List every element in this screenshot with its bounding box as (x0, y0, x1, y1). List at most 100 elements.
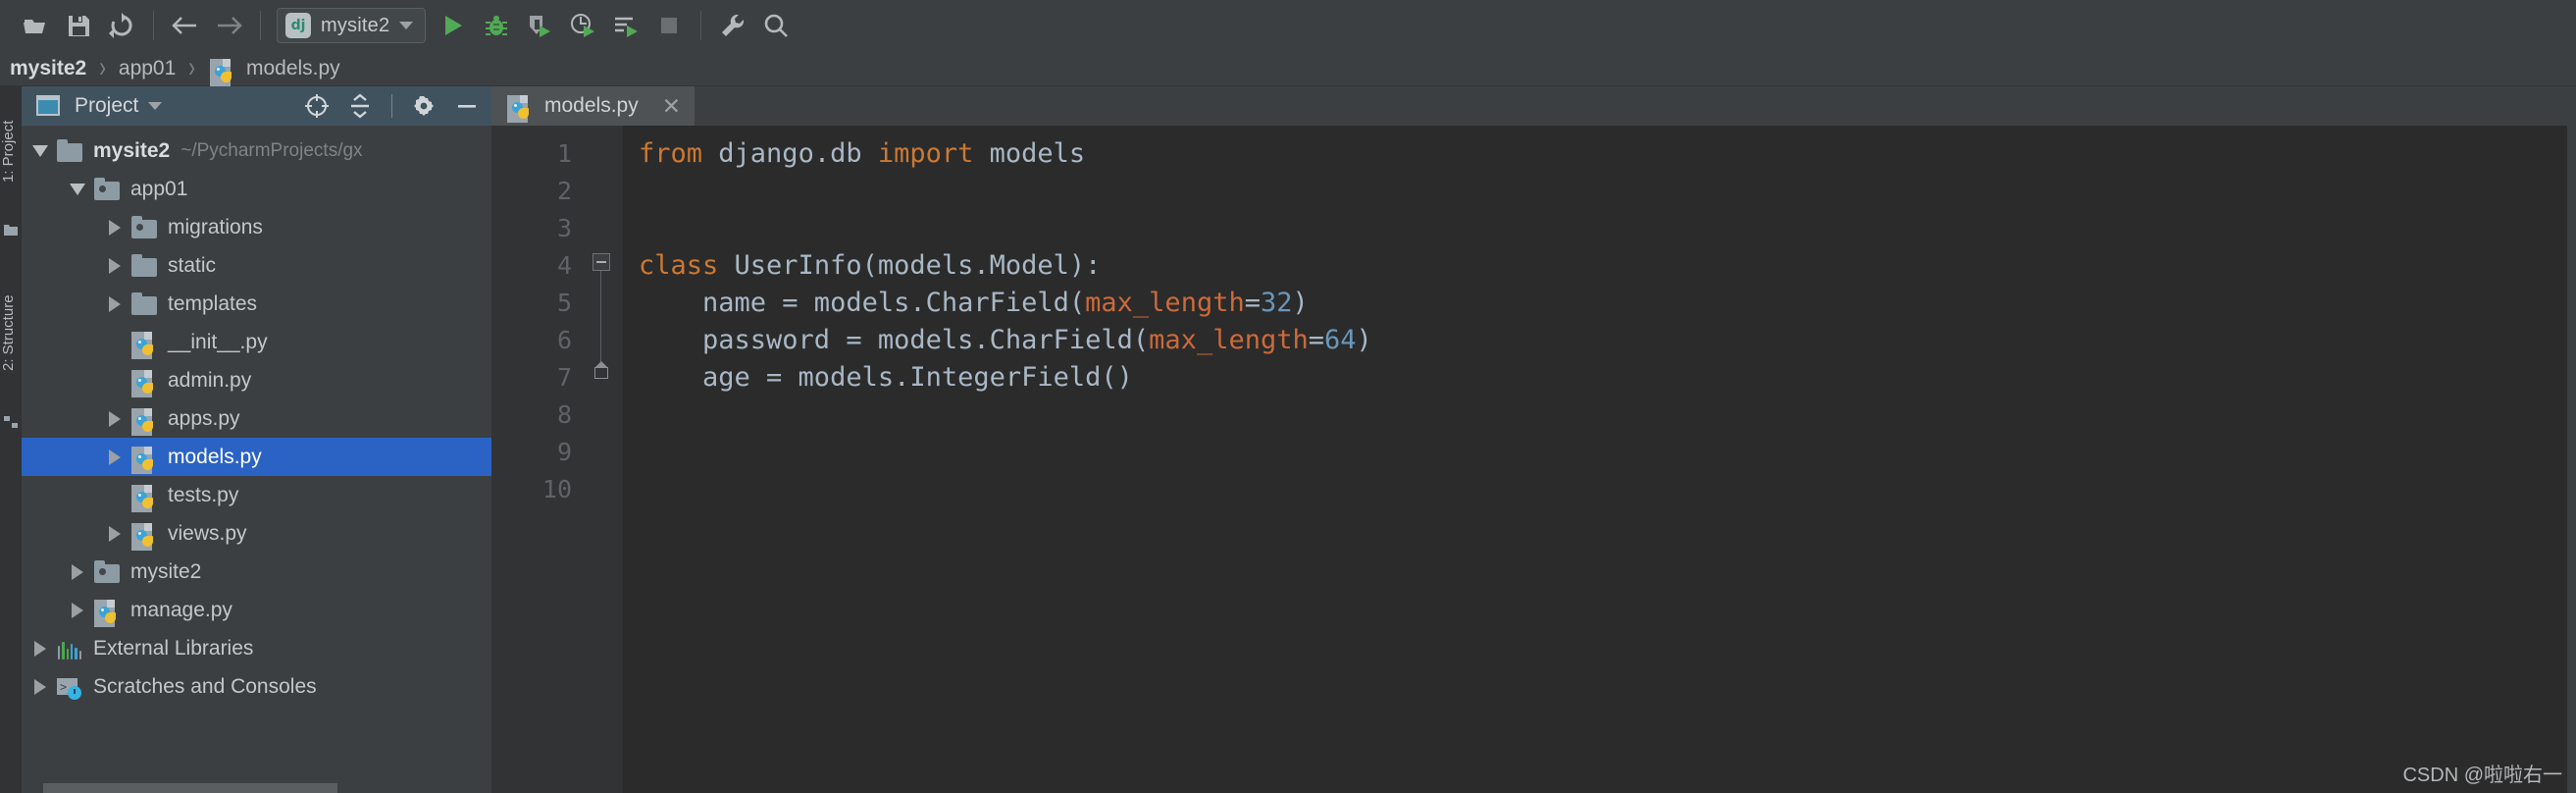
fold-end-icon (594, 361, 608, 379)
python-file-icon (129, 366, 159, 397)
toolbar-separator-2 (260, 11, 261, 40)
chevron-right-icon[interactable] (100, 246, 129, 285)
collapse-all-icon[interactable] (343, 89, 377, 123)
chevron-down-icon[interactable] (399, 22, 414, 29)
folder-icon (55, 136, 84, 166)
tree-item-static[interactable]: static (22, 246, 491, 285)
code-token-id: age = models.IntegerField() (639, 362, 1133, 393)
chevron-right-icon[interactable] (100, 399, 129, 438)
code-line: from django.db import models (639, 135, 2576, 173)
tree-item--init-py[interactable]: __init__.py (22, 323, 491, 361)
gear-icon[interactable] (407, 89, 440, 123)
sync-icon[interactable] (100, 4, 143, 47)
line-number: 10 (541, 475, 572, 503)
tree-item-label: mysite2 (130, 559, 202, 583)
breadcrumb-item-app01[interactable]: app01 (119, 57, 176, 80)
run-with-coverage-icon[interactable] (518, 4, 561, 47)
tree-item-app01[interactable]: app01 (22, 170, 491, 208)
profile-icon[interactable] (561, 4, 604, 47)
line-number: 8 (556, 400, 572, 429)
stop-icon[interactable] (647, 4, 691, 47)
chevron-right-icon[interactable] (26, 629, 55, 667)
python-file-icon (92, 596, 122, 627)
project-panel-hscrollbar[interactable] (43, 783, 513, 793)
code-text[interactable]: from django.db import models class UserI… (623, 126, 2576, 793)
close-icon[interactable]: ✕ (662, 94, 681, 118)
python-file-icon (129, 328, 159, 359)
code-token-id: password = models.CharField( (639, 325, 1150, 355)
line-number: 9 (556, 438, 572, 466)
run-with-console-icon[interactable] (604, 4, 647, 47)
tree-twisty-empty (100, 361, 129, 399)
fold-collapse-icon[interactable] (592, 253, 610, 271)
line-number: 7 (556, 363, 572, 392)
folder-icon (129, 251, 159, 281)
code-folding-gutter[interactable] (586, 126, 623, 793)
breadcrumb-item-project[interactable]: mysite2 (10, 57, 86, 80)
code-token-id: ) (1292, 288, 1309, 318)
breadcrumb-label: models.py (245, 56, 340, 79)
breadcrumb-separator: › (99, 51, 106, 84)
settings-wrench-icon[interactable] (711, 4, 754, 47)
scrollbar-thumb[interactable] (43, 783, 337, 793)
chevron-down-icon[interactable] (26, 132, 55, 170)
folder-source-icon (92, 175, 122, 204)
open-folder-icon[interactable] (14, 4, 57, 47)
run-icon[interactable] (432, 4, 475, 47)
tree-item-models-py[interactable]: models.py (22, 438, 491, 476)
chevron-right-icon[interactable] (100, 514, 129, 553)
header-divider (391, 94, 392, 118)
locate-target-icon[interactable] (300, 89, 334, 123)
tree-item-external-libraries[interactable]: External Libraries (22, 629, 491, 667)
tree-item-templates[interactable]: templates (22, 285, 491, 323)
run-configuration-selector[interactable]: dj mysite2 (277, 8, 427, 43)
chevron-down-icon[interactable] (148, 102, 163, 110)
tree-item-label: views.py (168, 521, 247, 545)
chevron-down-icon[interactable] (63, 170, 92, 208)
tree-item-label: apps.py (168, 406, 240, 430)
chevron-right-icon[interactable] (100, 208, 129, 246)
tree-item-scratches-and-consoles[interactable]: >_ Scratches and Consoles (22, 667, 491, 706)
django-badge-icon: dj (285, 13, 311, 38)
tree-item-mysite2[interactable]: mysite2 ~/PycharmProjects/gx (22, 132, 491, 170)
chevron-right-icon[interactable] (100, 438, 129, 476)
debug-icon[interactable] (475, 4, 518, 47)
tree-item-label: External Libraries (93, 636, 254, 660)
chevron-right-icon[interactable] (100, 285, 129, 323)
tree-item-apps-py[interactable]: apps.py (22, 399, 491, 438)
editor-tab-models-py[interactable]: models.py ✕ (491, 86, 695, 126)
external-libraries-icon (55, 634, 84, 663)
chevron-right-icon[interactable] (63, 553, 92, 591)
editor-vscrollbar[interactable] (2567, 126, 2576, 793)
line-number-gutter: 1 2 3 4 5 6 7 8 9 10 (491, 126, 586, 793)
tree-item-views-py[interactable]: views.py (22, 514, 491, 553)
line-number: 3 (556, 214, 572, 242)
tool-window-strip-left: 1: Project 2: Structure (0, 86, 22, 793)
minimize-icon[interactable] (450, 89, 484, 123)
breadcrumb-item-file[interactable]: models.py (208, 55, 340, 86)
save-icon[interactable] (57, 4, 100, 47)
forward-arrow-icon[interactable] (207, 4, 250, 47)
tree-item-migrations[interactable]: migrations (22, 208, 491, 246)
line-number: 2 (556, 177, 572, 205)
tool-window-button-project[interactable]: 1: Project (0, 92, 22, 210)
tree-item-admin-py[interactable]: admin.py (22, 361, 491, 399)
back-arrow-icon[interactable] (164, 4, 207, 47)
search-icon[interactable] (754, 4, 798, 47)
tree-item-label: static (168, 253, 217, 277)
tree-item-mysite2[interactable]: mysite2 (22, 553, 491, 591)
tree-item-tests-py[interactable]: tests.py (22, 476, 491, 514)
chevron-right-icon[interactable] (63, 591, 92, 629)
code-token-id: UserInfo(models.Model): (718, 250, 1102, 281)
tool-window-button-structure[interactable]: 2: Structure (0, 259, 22, 406)
tree-item-label: mysite2 (93, 138, 171, 162)
chevron-right-icon[interactable] (26, 667, 55, 706)
project-window-icon (35, 94, 65, 118)
code-token-id: name = models.CharField( (639, 288, 1086, 318)
python-file-icon (129, 404, 159, 436)
code-token-kw: class (639, 250, 719, 281)
folder-icon (129, 290, 159, 319)
tree-item-manage-py[interactable]: manage.py (22, 591, 491, 629)
code-editor[interactable]: 1 2 3 4 5 6 7 8 9 10 from django.db import models… (491, 126, 2576, 793)
